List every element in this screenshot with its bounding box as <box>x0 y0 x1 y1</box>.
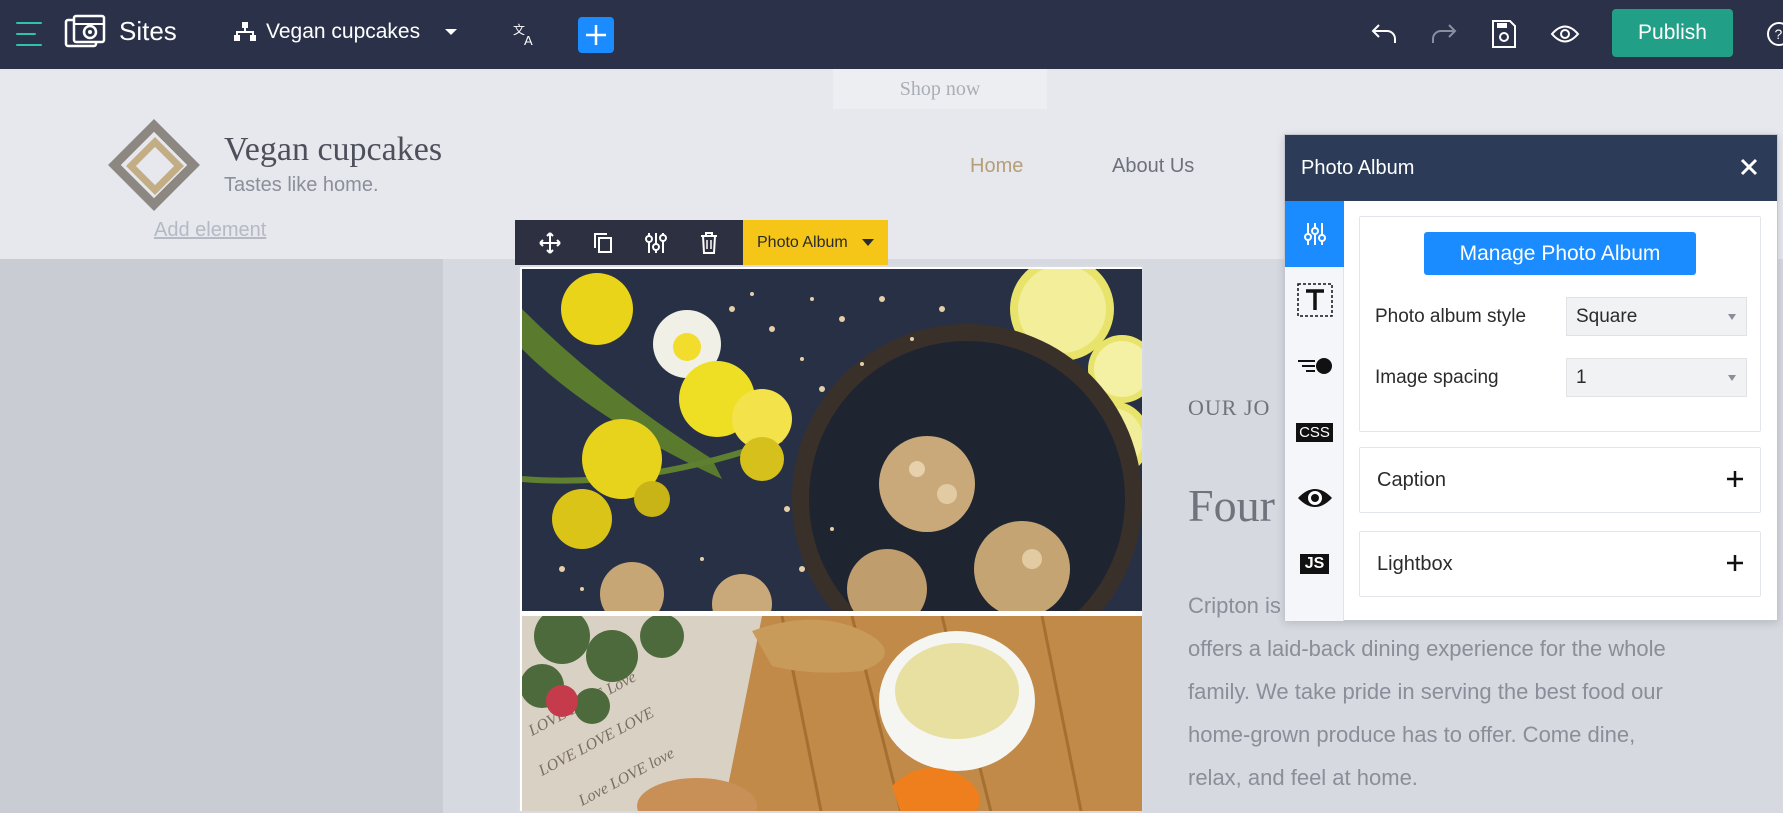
tab-css[interactable]: CSS <box>1285 399 1344 465</box>
album-style-value: Square <box>1576 305 1638 327</box>
menu-icon[interactable] <box>16 22 42 46</box>
photo-album[interactable]: LOVE LOVE Love LOVE LOVE LOVE Love LOVE … <box>518 265 1144 813</box>
plus-icon <box>586 25 606 45</box>
duplicate-icon[interactable] <box>576 220 629 265</box>
section-heading[interactable]: Four <box>1188 479 1275 532</box>
body-line: relax, and feel at home. <box>1188 765 1418 790</box>
add-element-link[interactable]: Add element <box>154 219 266 242</box>
save-icon[interactable] <box>1490 18 1518 50</box>
animation-icon <box>1297 358 1332 374</box>
album-settings-card: Manage Photo Album Photo album style Squ… <box>1359 216 1761 432</box>
translate-icon[interactable]: 文 A <box>512 20 538 48</box>
eye-icon <box>1297 489 1332 507</box>
body-line: family. We take pride in serving the bes… <box>1188 679 1663 704</box>
close-icon[interactable] <box>1737 155 1761 179</box>
panel-body: Manage Photo Album Photo album style Squ… <box>1344 201 1777 621</box>
tab-settings[interactable] <box>1285 201 1344 267</box>
tab-visibility[interactable] <box>1285 465 1344 531</box>
site-title[interactable]: Vegan cupcakes <box>224 131 442 169</box>
delete-icon[interactable] <box>682 220 735 265</box>
add-element-button[interactable] <box>578 17 614 53</box>
hero-shop-button[interactable]: Shop now <box>833 69 1047 109</box>
lightbox-label: Lightbox <box>1377 552 1453 575</box>
caret-down-icon <box>1728 314 1736 320</box>
body-line: offers a laid-back dining experience for… <box>1188 636 1666 661</box>
publish-button[interactable]: Publish <box>1612 9 1733 57</box>
tab-animation[interactable] <box>1285 333 1344 399</box>
panel-tabs: CSS JS <box>1285 201 1344 621</box>
text-icon <box>1296 283 1333 317</box>
spacing-label: Image spacing <box>1375 367 1499 388</box>
sites-logo-icon <box>64 14 108 54</box>
panel-header: Photo Album <box>1285 135 1777 201</box>
site-switcher[interactable]: Vegan cupcakes <box>234 20 458 44</box>
caret-down-icon <box>861 238 874 246</box>
element-toolbar: Photo Album <box>515 220 888 265</box>
nav-about-us[interactable]: About Us <box>1112 155 1194 178</box>
content-left-column <box>0 259 443 813</box>
album-style-select[interactable]: Square <box>1566 297 1747 336</box>
undo-icon[interactable] <box>1370 20 1398 48</box>
sitemap-icon <box>234 22 256 41</box>
app-name: Sites <box>119 16 177 46</box>
site-name: Vegan cupcakes <box>266 20 421 43</box>
tab-js[interactable]: JS <box>1285 531 1344 597</box>
preview-eye-icon[interactable] <box>1550 20 1580 48</box>
album-photo[interactable] <box>522 269 1142 611</box>
settings-sliders-icon[interactable] <box>629 220 682 265</box>
body-line: home-grown produce has to offer. Come di… <box>1188 722 1636 747</box>
move-icon[interactable] <box>523 220 576 265</box>
redo-icon[interactable] <box>1430 20 1458 48</box>
image-spacing-select[interactable]: 1 <box>1566 358 1747 397</box>
sliders-icon <box>1303 223 1326 245</box>
tab-text-style[interactable] <box>1285 267 1344 333</box>
style-label: Photo album style <box>1375 306 1527 327</box>
properties-panel: Photo Album CSS JS Manage Photo Album Ph… <box>1284 134 1778 621</box>
site-logo[interactable] <box>106 117 202 213</box>
nav-home[interactable]: Home <box>970 155 1023 178</box>
site-tagline[interactable]: Tastes like home. <box>224 174 379 197</box>
lightbox-accordion[interactable]: Lightbox <box>1359 531 1761 597</box>
caret-down-icon <box>1728 375 1736 381</box>
js-icon: JS <box>1299 554 1330 574</box>
element-type-dropdown[interactable]: Photo Album <box>743 220 888 265</box>
chevron-down-icon <box>445 29 458 35</box>
caption-label: Caption <box>1377 468 1446 491</box>
svg-text:A: A <box>524 33 533 47</box>
album-photo[interactable]: LOVE LOVE Love LOVE LOVE LOVE Love LOVE … <box>522 616 1142 811</box>
top-bar: Sites Vegan cupcakes 文 A Publish ? <box>0 0 1783 69</box>
caption-accordion[interactable]: Caption <box>1359 447 1761 513</box>
manage-photo-album-button[interactable]: Manage Photo Album <box>1424 232 1696 275</box>
expand-plus-icon[interactable] <box>1726 470 1744 488</box>
image-spacing-value: 1 <box>1576 366 1587 388</box>
element-type-label: Photo Album <box>757 233 848 251</box>
svg-text:?: ? <box>1775 26 1783 42</box>
expand-plus-icon[interactable] <box>1726 554 1744 572</box>
css-icon: CSS <box>1296 422 1333 442</box>
help-icon[interactable]: ? <box>1766 20 1783 48</box>
section-kicker[interactable]: OUR JO <box>1188 395 1270 421</box>
panel-title: Photo Album <box>1301 156 1415 179</box>
element-actions <box>515 220 743 265</box>
